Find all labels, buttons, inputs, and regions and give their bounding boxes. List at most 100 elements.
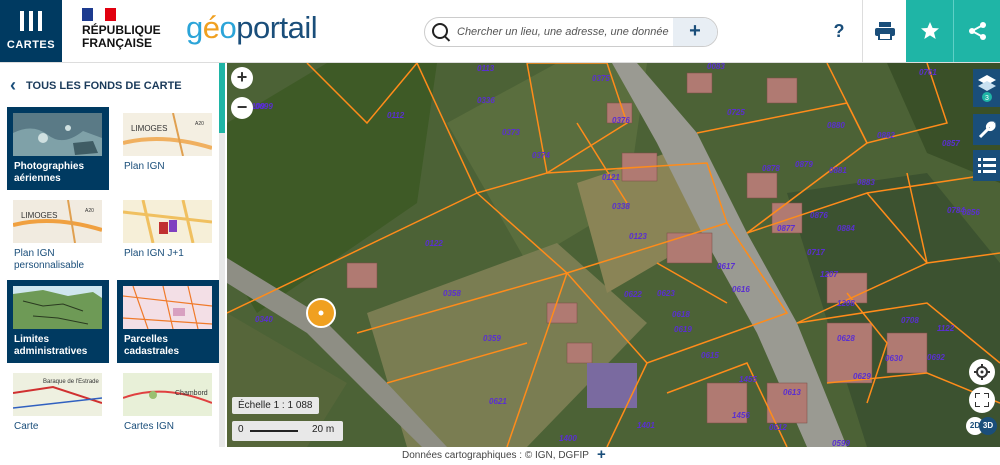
basemap-sidebar: ‹ TOUS LES FONDS DE CARTE Photographies a…	[0, 63, 227, 447]
printer-icon	[875, 22, 895, 40]
plan-ign-thumbnail: LIMOGES A20	[123, 113, 212, 156]
parcel-number-label: 0884	[837, 224, 855, 233]
parcel-number-label: 0376	[612, 116, 630, 125]
parcel-number-label: 0857	[942, 139, 960, 148]
back-to-all-basemaps[interactable]: ‹ TOUS LES FONDS DE CARTE	[10, 75, 182, 96]
geoportail-logo[interactable]: géoportail	[186, 10, 318, 46]
parcel-number-label: 0616	[732, 285, 750, 294]
aerial-photo-thumbnail	[13, 113, 102, 156]
parcel-number-label: 1122	[937, 324, 955, 333]
svg-text:Baraque de l'Estrade: Baraque de l'Estrade	[43, 379, 100, 385]
parcel-number-label: 0122	[425, 239, 443, 248]
parcel-number-label: 0880	[827, 121, 845, 130]
basemap-card-photographies-aeriennes[interactable]: Photographies aériennes	[7, 107, 109, 190]
share-button[interactable]	[953, 0, 1000, 62]
advanced-search-button[interactable]: +	[673, 18, 717, 46]
sidebar-scrollbar[interactable]	[219, 63, 225, 447]
parcel-number-label: 1456	[732, 411, 750, 420]
scale-line	[250, 430, 298, 432]
parcel-number-label: 0612	[769, 423, 787, 432]
parcel-number-label: 0336	[477, 96, 495, 105]
parcel-number-label: 0628	[837, 334, 855, 343]
parcel-number-label: 1400	[559, 434, 577, 443]
svg-text:3: 3	[985, 95, 989, 102]
parcel-number-label: 0375	[592, 74, 610, 83]
aerial-map-canvas[interactable]: 0113 0375 0083 0761 0112 0336 0725 0880 0882 0857…	[227, 63, 1000, 447]
maps-menu-button[interactable]: CARTES	[0, 0, 62, 62]
parcel-number-label: 0615	[701, 351, 719, 360]
parcel-number-label: 0708	[901, 316, 919, 325]
basemap-card-plan-ign-j1[interactable]: Plan IGN J+1	[117, 194, 219, 277]
legend-button[interactable]	[973, 150, 1000, 181]
parcel-number-label: 0876	[810, 211, 828, 220]
search-icon[interactable]	[432, 23, 448, 39]
parcel-number-label: 0617	[717, 262, 735, 271]
parcel-number-label: 0338	[612, 202, 630, 211]
expand-icon	[975, 393, 989, 407]
zoom-out-button[interactable]: −	[231, 97, 253, 119]
parcel-number-label: 0358	[443, 289, 461, 298]
star-icon	[920, 22, 939, 39]
parcel-number-label: 0622	[624, 290, 642, 299]
parcel-number-label: 1455	[739, 375, 757, 384]
attribution-text: Données cartographiques : © IGN, DGFIP	[402, 450, 589, 461]
svg-text:A20: A20	[195, 121, 204, 127]
republique-francaise-logo[interactable]: RÉPUBLIQUE FRANÇAISE	[82, 8, 172, 56]
parcel-number-label: 0599	[832, 439, 850, 447]
parcel-number-label: 0112	[387, 111, 405, 120]
attribution-bar: Données cartographiques : © IGN, DGFIP +	[0, 446, 1000, 465]
fullscreen-button[interactable]	[969, 387, 995, 413]
attribution-expand-button[interactable]: +	[597, 446, 606, 463]
svg-text:LIMOGES: LIMOGES	[21, 211, 57, 220]
layers-manager-button[interactable]: 3	[973, 69, 1000, 107]
plan-ign-j1-thumbnail	[123, 200, 212, 243]
card-label: Carte	[14, 421, 39, 432]
parcel-number-label: 0613	[783, 388, 801, 397]
card-label: Plan IGN	[124, 161, 165, 172]
basemap-card-limites-administratives[interactable]: Limites administratives	[7, 280, 109, 363]
crosshair-icon	[974, 364, 990, 380]
scale-bar: 0 20 m	[232, 421, 343, 441]
parcel-number-label: 0883	[857, 178, 875, 187]
tools-button[interactable]	[973, 114, 1000, 145]
parcel-number-label: 0099	[255, 102, 273, 111]
republic-line2: FRANÇAISE	[82, 36, 153, 50]
menu-bars-icon	[20, 11, 42, 31]
cartes-ign-thumbnail: Chambord	[123, 373, 212, 416]
layers-icon: 3	[977, 75, 996, 102]
basemap-card-plan-ign-personnalisable[interactable]: LIMOGES A20 Plan IGN personnalisable	[7, 194, 109, 277]
top-header: CARTES RÉPUBLIQUE FRANÇAISE géoportail +…	[0, 0, 1000, 63]
basemap-card-carte[interactable]: Baraque de l'Estrade Carte	[7, 367, 109, 450]
basemap-card-parcelles-cadastrales[interactable]: Parcelles cadastrales	[117, 280, 219, 363]
parcel-number-label: 0621	[489, 397, 507, 406]
geolocate-button[interactable]	[969, 359, 995, 385]
basemap-card-cartes-ign[interactable]: Chambord Cartes IGN	[117, 367, 219, 450]
parcel-number-label: 1401	[637, 421, 655, 430]
svg-text:A20: A20	[85, 208, 94, 214]
cadastral-parcels-thumbnail	[123, 286, 212, 329]
parcel-number-label: 0359	[483, 334, 501, 343]
favorites-button[interactable]	[906, 0, 953, 62]
print-button[interactable]	[862, 0, 907, 62]
parcel-number-label: 0761	[919, 68, 937, 77]
view-3d-button[interactable]: 3D	[979, 417, 997, 435]
scrollbar-thumb[interactable]	[219, 63, 225, 133]
search-input[interactable]	[455, 22, 671, 42]
chevron-left-icon: ‹	[10, 75, 16, 95]
view-2d-3d-toggle[interactable]: 2D 3D	[966, 415, 997, 437]
help-button[interactable]: ?	[817, 0, 861, 62]
zoom-in-button[interactable]: +	[231, 67, 253, 89]
wrench-icon	[978, 121, 995, 138]
card-label: Cartes IGN	[124, 421, 175, 432]
card-label: Plan IGN personnalisable	[14, 248, 85, 271]
parcel-number-label: 0373	[502, 128, 520, 137]
parcel-number-label: 0879	[795, 160, 813, 169]
card-label: Parcelles cadastrales	[124, 334, 180, 357]
parcel-number-label: 0717	[807, 248, 825, 257]
parcel-number-label: 0692	[927, 353, 945, 362]
parcel-number-label: 0725	[727, 108, 745, 117]
map-view[interactable]: 0113 0375 0083 0761 0112 0336 0725 0880 0882 0857…	[227, 63, 1000, 447]
share-icon	[968, 22, 986, 40]
basemap-card-plan-ign[interactable]: LIMOGES A20 Plan IGN	[117, 107, 219, 190]
parcel-number-label: 0881	[829, 166, 847, 175]
